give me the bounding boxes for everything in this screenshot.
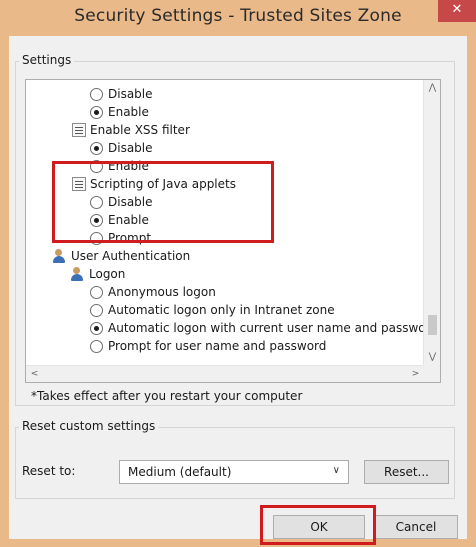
vertical-scrollbar[interactable]: ⋀ ⋁ <box>423 80 440 366</box>
users-icon <box>71 266 87 282</box>
row-label: Automatic logon with current user name a… <box>108 321 424 335</box>
ok-button-highlight <box>260 505 376 545</box>
row-label: User Authentication <box>71 249 191 263</box>
row-label: Enable XSS filter <box>90 123 190 137</box>
scroll-up-icon[interactable]: ⋀ <box>424 80 441 97</box>
reset-level-value: Medium (default) <box>128 465 232 479</box>
dialog-body: Settings Disable Enable Enable XSS filter D… <box>9 36 467 545</box>
row-label: Logon <box>89 267 126 281</box>
reset-to-label: Reset to: <box>22 464 76 478</box>
cancel-button[interactable]: Cancel <box>374 515 458 539</box>
row-label: Anonymous logon <box>108 285 216 299</box>
radio-unselected-icon[interactable] <box>90 304 103 317</box>
reset-button[interactable]: Reset... <box>364 460 449 484</box>
scroll-right-icon[interactable]: > <box>407 366 424 383</box>
scroll-left-icon[interactable]: < <box>26 366 43 383</box>
window-title: Security Settings - Trusted Sites Zone <box>74 6 402 26</box>
security-settings-window: Security Settings - Trusted Sites Zone S… <box>0 0 476 547</box>
setting-icon <box>72 123 86 137</box>
restart-note: *Takes effect after you restart your com… <box>31 389 303 403</box>
settings-group-label: Settings <box>19 53 75 67</box>
radio-selected-icon[interactable] <box>90 322 103 335</box>
scrollbar-thumb[interactable] <box>428 315 437 335</box>
horizontal-scrollbar[interactable]: < > <box>26 365 424 382</box>
row-label: Enable <box>108 105 149 119</box>
close-button[interactable] <box>438 0 476 22</box>
java-applets-highlight <box>52 161 274 243</box>
radio-selected-icon[interactable] <box>90 142 103 155</box>
row-label: Automatic logon only in Intranet zone <box>108 303 335 317</box>
reset-level-select[interactable]: Medium (default) ∨ <box>119 460 349 484</box>
row-label: Prompt for user name and password <box>108 339 327 353</box>
radio-selected-icon[interactable] <box>90 106 103 119</box>
radio-unselected-icon[interactable] <box>90 88 103 101</box>
row-label: Disable <box>108 87 153 101</box>
chevron-down-icon: ∨ <box>332 465 340 476</box>
radio-unselected-icon[interactable] <box>90 286 103 299</box>
scroll-down-icon[interactable]: ⋁ <box>424 349 441 366</box>
users-icon <box>53 248 69 264</box>
title-bar[interactable]: Security Settings - Trusted Sites Zone <box>0 0 476 36</box>
radio-unselected-icon[interactable] <box>90 340 103 353</box>
reset-group-label: Reset custom settings <box>19 419 159 433</box>
row-label: Disable <box>108 141 153 155</box>
scrollbar-corner <box>423 365 440 382</box>
